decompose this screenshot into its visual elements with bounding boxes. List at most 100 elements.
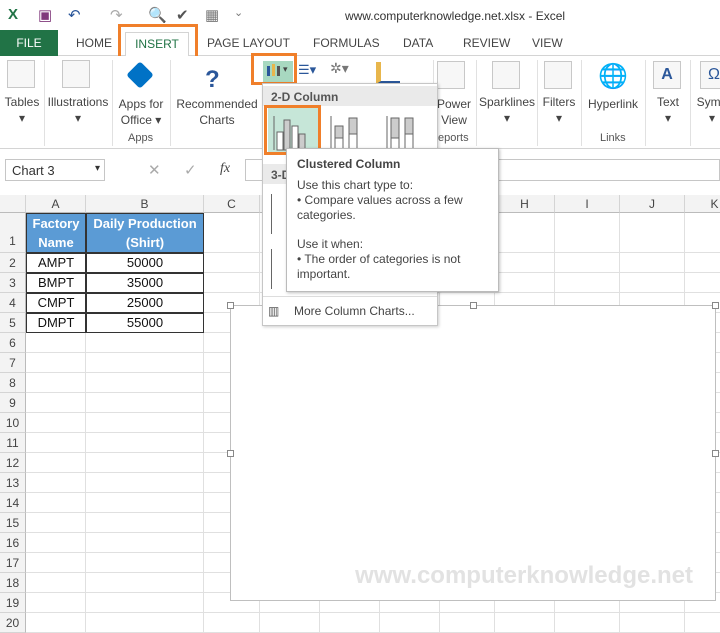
insert-function-button[interactable]: fx xyxy=(220,161,230,177)
cell[interactable] xyxy=(380,613,440,633)
cell[interactable] xyxy=(26,513,86,533)
row-header[interactable]: 6 xyxy=(0,333,26,353)
sparklines-button[interactable]: Sparklines ▾ xyxy=(477,94,537,126)
cell[interactable] xyxy=(26,453,86,473)
cell[interactable] xyxy=(685,613,720,633)
row-header[interactable]: 11 xyxy=(0,433,26,453)
radar-chart-icon[interactable]: ✲▾ xyxy=(330,60,349,77)
illustrations-button[interactable]: Illustrations ▾ xyxy=(45,94,111,126)
cell[interactable] xyxy=(320,613,380,633)
tab-review[interactable]: REVIEW xyxy=(463,36,510,50)
row-header[interactable]: 17 xyxy=(0,553,26,573)
row-header[interactable]: 4 xyxy=(0,293,26,313)
row-header[interactable]: 12 xyxy=(0,453,26,473)
cell[interactable] xyxy=(26,533,86,553)
undo-icon[interactable]: ↶ xyxy=(68,6,81,24)
column-header[interactable]: B xyxy=(86,195,204,213)
column-header[interactable]: A xyxy=(26,195,86,213)
row-header[interactable]: 13 xyxy=(0,473,26,493)
table-cell[interactable]: AMPT xyxy=(26,253,86,273)
column-header[interactable]: J xyxy=(620,195,685,213)
cell[interactable] xyxy=(86,573,204,593)
100-stacked-column-option[interactable] xyxy=(381,108,431,153)
row-header[interactable]: 15 xyxy=(0,513,26,533)
cell[interactable] xyxy=(86,433,204,453)
enter-icon[interactable]: ✓ xyxy=(184,161,197,179)
cell[interactable] xyxy=(204,253,260,273)
table-cell[interactable]: CMPT xyxy=(26,293,86,313)
cell[interactable] xyxy=(86,373,204,393)
bar-chart-icon[interactable]: ☰▾ xyxy=(298,62,316,78)
filters-button[interactable]: Filters ▾ xyxy=(538,94,580,126)
column-header[interactable]: K xyxy=(685,195,720,213)
customize-icon[interactable]: ⌄ xyxy=(234,6,243,19)
cell[interactable] xyxy=(260,613,320,633)
cell[interactable] xyxy=(204,613,260,633)
row-header[interactable]: 5 xyxy=(0,313,26,333)
row-header[interactable]: 3 xyxy=(0,273,26,293)
cell[interactable] xyxy=(86,593,204,613)
table-cell[interactable]: 50000 xyxy=(86,253,204,273)
cell[interactable] xyxy=(86,413,204,433)
cell[interactable] xyxy=(555,213,620,253)
cell[interactable] xyxy=(86,333,204,353)
row-header[interactable]: 19 xyxy=(0,593,26,613)
cell[interactable] xyxy=(26,433,86,453)
row-header[interactable]: 1 xyxy=(0,213,26,253)
table-cell[interactable]: 25000 xyxy=(86,293,204,313)
cell[interactable] xyxy=(685,213,720,253)
cell[interactable] xyxy=(26,573,86,593)
power-view-button[interactable]: Power View xyxy=(434,96,474,128)
cell[interactable] xyxy=(26,553,86,573)
row-header[interactable]: 8 xyxy=(0,373,26,393)
tab-page-layout[interactable]: PAGE LAYOUT xyxy=(207,36,290,50)
protect-icon[interactable]: ▦ xyxy=(205,6,219,24)
row-header[interactable]: 10 xyxy=(0,413,26,433)
cell[interactable] xyxy=(555,273,620,293)
row-header[interactable]: 9 xyxy=(0,393,26,413)
cell[interactable] xyxy=(86,553,204,573)
hyperlink-button[interactable]: Hyperlink xyxy=(582,96,644,112)
tab-data[interactable]: DATA xyxy=(403,36,433,50)
row-header[interactable]: 2 xyxy=(0,253,26,273)
cell[interactable] xyxy=(495,273,555,293)
table-cell[interactable]: BMPT xyxy=(26,273,86,293)
cell[interactable] xyxy=(685,273,720,293)
cell[interactable] xyxy=(86,353,204,373)
select-all-corner[interactable] xyxy=(0,195,26,213)
cell[interactable] xyxy=(86,473,204,493)
cell[interactable] xyxy=(555,613,620,633)
cell[interactable] xyxy=(495,213,555,253)
cancel-icon[interactable]: ✕ xyxy=(148,161,161,179)
pivot-chart-icon[interactable] xyxy=(376,62,400,84)
cell[interactable] xyxy=(26,413,86,433)
table-cell[interactable]: DMPT xyxy=(26,313,86,333)
cell[interactable] xyxy=(620,613,685,633)
row-header[interactable]: 7 xyxy=(0,353,26,373)
cell[interactable] xyxy=(204,273,260,293)
save-icon[interactable]: ▣ xyxy=(38,6,52,24)
redo-icon[interactable]: ↷ xyxy=(110,6,123,24)
cell[interactable] xyxy=(204,213,260,253)
cell[interactable] xyxy=(26,493,86,513)
tab-home[interactable]: HOME xyxy=(76,36,112,50)
symbols-button[interactable]: Symb▾ xyxy=(692,94,720,126)
cell[interactable] xyxy=(86,393,204,413)
cell[interactable] xyxy=(86,453,204,473)
table-cell[interactable]: 55000 xyxy=(86,313,204,333)
tables-button[interactable]: Tables ▾ xyxy=(0,94,44,126)
name-box[interactable]: Chart 3 ▾ xyxy=(5,159,105,181)
column-header[interactable]: I xyxy=(555,195,620,213)
print-preview-icon[interactable]: 🔍 xyxy=(148,6,167,24)
row-header[interactable]: 20 xyxy=(0,613,26,633)
cell[interactable] xyxy=(26,353,86,373)
tab-view[interactable]: VIEW xyxy=(532,36,563,50)
cell[interactable] xyxy=(555,253,620,273)
row-header[interactable]: 16 xyxy=(0,533,26,553)
chart-area[interactable]: www.computerknowledge.net xyxy=(227,302,719,601)
cell[interactable] xyxy=(26,593,86,613)
tab-file[interactable]: FILE xyxy=(0,30,58,56)
cell[interactable] xyxy=(26,613,86,633)
touch-mode-icon[interactable]: ✔ xyxy=(176,6,189,24)
apps-for-office-button[interactable]: Apps for Office ▾ xyxy=(113,96,169,128)
